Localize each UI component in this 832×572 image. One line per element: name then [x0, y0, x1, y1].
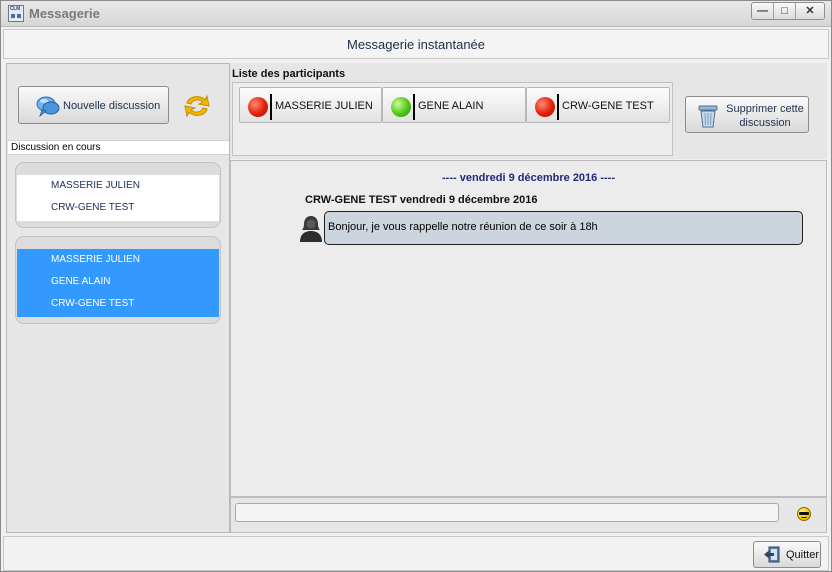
discussion-card-selected[interactable]: MASSERIE JULIEN GENE ALAIN CRW-GENE TEST	[15, 236, 221, 324]
app-icon: CLM	[8, 5, 24, 22]
messagerie-window: CLM Messagerie — □ ✕ Messagerie instanta…	[0, 0, 832, 572]
title-bar[interactable]: CLM Messagerie — □ ✕	[1, 1, 831, 27]
window-controls: — □ ✕	[751, 2, 825, 20]
list-item: CRW-GENE TEST	[51, 298, 135, 309]
close-icon: ✕	[805, 5, 815, 17]
refresh-icon[interactable]	[183, 92, 211, 120]
participants-list: MASSERIE JULIEN GENE ALAIN CRW-GENE TEST	[232, 82, 673, 156]
discussions-panel: Nouvelle discussion Discussion en cours …	[6, 63, 230, 533]
list-item: GENE ALAIN	[51, 276, 111, 287]
maximize-button[interactable]: □	[774, 3, 796, 19]
minimize-button[interactable]: —	[752, 3, 774, 19]
participants-label: Liste des participants	[232, 68, 346, 80]
user-avatar-icon	[300, 216, 322, 242]
new-discussion-button[interactable]: Nouvelle discussion	[18, 86, 169, 124]
list-item: CRW-GENE TEST	[51, 202, 135, 213]
quit-label: Quitter	[786, 549, 820, 561]
message-text: Bonjour, je vous rappelle notre réunion …	[328, 221, 598, 233]
delete-discussion-button[interactable]: Supprimer cette discussion	[685, 96, 809, 133]
participant-crw-gene-test[interactable]: CRW-GENE TEST	[526, 87, 670, 123]
trash-icon	[698, 105, 718, 128]
compose-bar	[230, 497, 827, 533]
minimize-icon: —	[757, 5, 768, 17]
participant-gene-alain[interactable]: GENE ALAIN	[382, 87, 526, 123]
participants-area: Liste des participants MASSERIE JULIEN G…	[230, 63, 827, 159]
list-item: MASSERIE JULIEN	[51, 254, 140, 265]
status-red-icon	[248, 97, 268, 117]
delete-discussion-label: Supprimer cette discussion	[726, 103, 804, 129]
status-green-icon	[391, 97, 411, 117]
chat-bubbles-icon	[36, 96, 60, 117]
quit-button[interactable]: Quitter	[753, 541, 821, 568]
message-header: CRW-GENE TEST vendredi 9 décembre 2016	[305, 194, 538, 206]
date-separator: ---- vendredi 9 décembre 2016 ----	[442, 172, 615, 184]
page-title: Messagerie instantanée	[346, 37, 486, 52]
exit-icon	[764, 546, 780, 563]
footer-bar: Quitter	[3, 536, 829, 571]
new-discussion-label: Nouvelle discussion	[63, 100, 161, 112]
discussion-card[interactable]: MASSERIE JULIEN CRW-GENE TEST	[15, 162, 221, 228]
window-title: Messagerie	[29, 6, 100, 21]
participant-masserie-julien[interactable]: MASSERIE JULIEN	[239, 87, 382, 123]
status-red-icon	[535, 97, 555, 117]
message-input[interactable]	[235, 503, 779, 522]
maximize-icon: □	[781, 5, 788, 17]
close-button[interactable]: ✕	[796, 3, 824, 19]
list-item: MASSERIE JULIEN	[51, 180, 140, 191]
chat-history[interactable]: ---- vendredi 9 décembre 2016 ---- CRW-G…	[230, 160, 827, 497]
message-bubble: Bonjour, je vous rappelle notre réunion …	[324, 211, 803, 245]
emoji-sunglasses-icon[interactable]	[797, 507, 811, 521]
section-label: Discussion en cours	[8, 140, 229, 155]
header-bar: Messagerie instantanée	[3, 29, 829, 59]
